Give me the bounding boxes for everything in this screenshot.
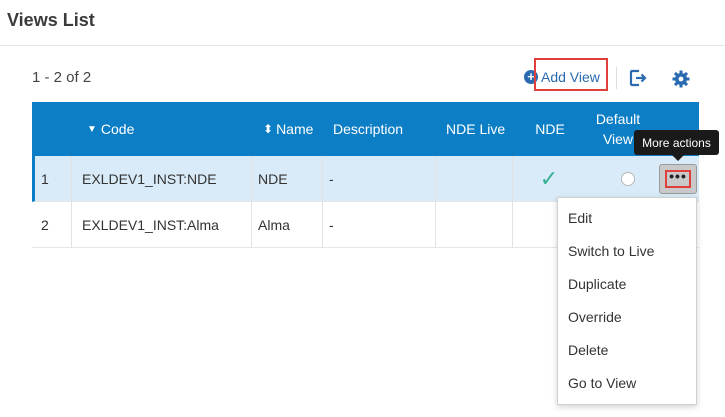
column-divider <box>322 202 323 248</box>
result-count: 1 - 2 of 2 <box>32 69 92 86</box>
check-icon: ✓ <box>539 166 559 191</box>
table-row[interactable]: 1 EXLDEV1_INST:NDE NDE - ✓ ••• <box>32 156 699 202</box>
row-index: 2 <box>41 217 49 233</box>
column-header-code-label: Code <box>100 121 135 137</box>
gear-icon[interactable] <box>671 69 691 89</box>
column-divider <box>322 156 323 202</box>
export-icon[interactable] <box>628 68 648 88</box>
row-description: - <box>329 171 334 187</box>
radio-icon <box>621 172 635 186</box>
column-divider <box>251 202 252 248</box>
menu-item-switch-to-live[interactable]: Switch to Live <box>558 234 696 267</box>
table-header: ▼ Code ⬍ Name Description NDE Live NDE D… <box>32 102 699 156</box>
default-view-radio[interactable] <box>618 156 638 202</box>
column-divider <box>251 156 252 202</box>
column-header-description[interactable]: Description <box>333 102 433 156</box>
row-description: - <box>329 217 334 233</box>
row-actions-menu: Edit Switch to Live Duplicate Override D… <box>557 197 697 405</box>
sort-icon: ⬍ <box>263 122 274 136</box>
column-header-default-view-line2: View <box>602 131 634 147</box>
tooltip-arrow <box>672 155 684 161</box>
menu-item-override[interactable]: Override <box>558 300 696 333</box>
column-divider <box>71 156 72 202</box>
row-name: NDE <box>258 171 288 187</box>
row-index: 1 <box>41 171 49 187</box>
column-divider <box>71 202 72 248</box>
row-name: Alma <box>258 217 290 233</box>
column-divider <box>512 202 513 248</box>
more-actions-button[interactable]: ••• <box>659 164 697 194</box>
toolbar-divider <box>616 67 617 89</box>
column-header-name-label: Name <box>276 121 314 137</box>
sort-descending-icon: ▼ <box>87 123 97 135</box>
column-header-nde-live[interactable]: NDE Live <box>446 102 526 156</box>
column-header-nde[interactable]: NDE <box>527 102 573 156</box>
more-actions-tooltip: More actions <box>634 130 719 155</box>
row-code: EXLDEV1_INST:Alma <box>82 217 219 233</box>
row-nde-live <box>436 202 516 248</box>
row-nde-live <box>436 156 516 202</box>
page-title: Views List <box>7 10 95 30</box>
menu-item-duplicate[interactable]: Duplicate <box>558 267 696 300</box>
more-actions-highlight <box>665 170 691 188</box>
menu-item-edit[interactable]: Edit <box>558 201 696 234</box>
column-header-default-view-line1: Default <box>595 111 641 127</box>
menu-item-go-to-view[interactable]: Go to View <box>558 366 696 399</box>
menu-item-delete[interactable]: Delete <box>558 333 696 366</box>
title-divider <box>0 45 725 46</box>
add-view-highlight <box>534 58 608 91</box>
row-code: EXLDEV1_INST:NDE <box>82 171 217 187</box>
column-header-code[interactable]: ▼ Code <box>87 102 207 156</box>
column-divider <box>512 156 513 202</box>
